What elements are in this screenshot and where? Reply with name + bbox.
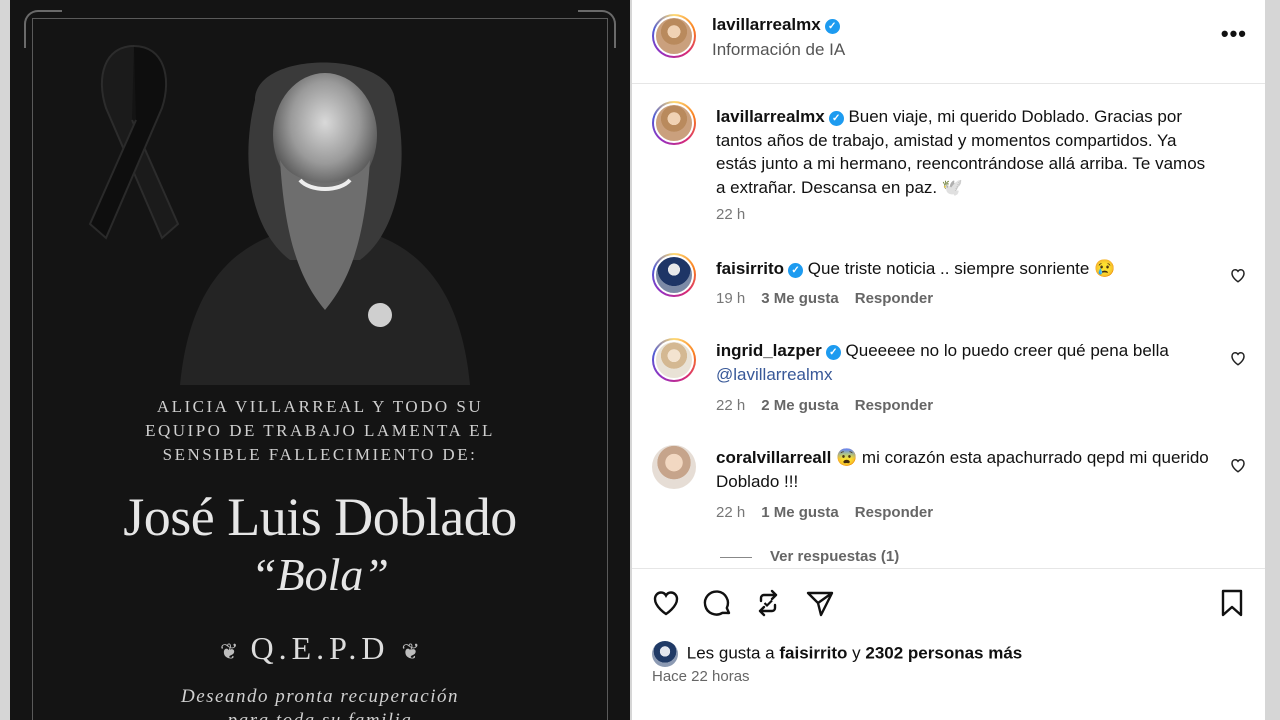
comment-username[interactable]: coralvillarreall [716, 448, 831, 467]
avatar[interactable] [652, 14, 696, 58]
caption-username[interactable]: lavillarrealmx [716, 107, 825, 126]
view-replies-button[interactable]: Ver respuestas (1) [720, 548, 899, 565]
laurel-icon: ❦ [401, 638, 420, 664]
comment-meta: 22 h 1 Me gusta Responder [716, 504, 933, 521]
more-options-icon[interactable]: ••• [1221, 23, 1247, 45]
comment-meta: 19 h 3 Me gusta Responder [716, 290, 933, 307]
likes-summary: Les gusta a faisirrito y 2302 personas m… [652, 641, 1022, 667]
verified-icon: ✓ [824, 19, 840, 34]
comment-meta: 22 h 2 Me gusta Responder [716, 397, 933, 414]
likes-connector: y [852, 643, 861, 663]
bookmark-icon[interactable] [1216, 587, 1248, 619]
like-comment-heart-icon[interactable] [1229, 456, 1247, 474]
verified-icon: ✓ [825, 345, 841, 360]
like-comment-heart-icon[interactable] [1229, 266, 1247, 284]
divider [720, 556, 752, 558]
deceased-nickname: “Bola” [250, 549, 390, 600]
reply-button[interactable]: Responder [855, 504, 933, 521]
page-backdrop [1265, 0, 1280, 720]
comment-icon[interactable] [702, 587, 734, 619]
share-icon[interactable] [804, 587, 836, 619]
header-username[interactable]: lavillarrealmx [712, 15, 821, 34]
comment-text-block: ingrid_lazper ✓ Queeeee no lo puedo creer… [716, 339, 1216, 386]
ai-info-link[interactable]: Información de IA [712, 40, 845, 60]
deceased-name: José Luis Doblado [123, 487, 517, 547]
verified-icon: ✓ [828, 111, 844, 126]
caption-time: 22 h [716, 206, 746, 223]
likes-prefix: Les gusta a [686, 643, 775, 663]
avatar[interactable] [652, 641, 678, 667]
avatar[interactable] [652, 101, 696, 145]
announcement-line: ALICIA VILLARREAL Y TODO SU [156, 397, 484, 416]
action-bar: Les gusta a faisirrito y 2302 personas m… [632, 568, 1265, 720]
post-time: Hace 22 horas [652, 668, 750, 685]
reply-button[interactable]: Responder [855, 397, 933, 414]
mention-link[interactable]: @lavillarrealmx [716, 365, 832, 384]
like-comment-heart-icon[interactable] [1229, 349, 1247, 367]
qepd-line: ❦ Q.E.P.D ❦ [10, 630, 630, 667]
comment-text-block: coralvillarreall 😨 mi corazón esta apach… [716, 446, 1216, 493]
verified-icon: ✓ [788, 263, 804, 278]
comment-time: 22 h [716, 397, 746, 414]
announcement-line: EQUIPO DE TRABAJO LAMENTA EL [145, 421, 495, 440]
comment-text: Que triste noticia .. siempre sonriente … [807, 259, 1116, 278]
wish-line: para toda su familia [10, 710, 630, 720]
comment-likes[interactable]: 2 Me gusta [761, 397, 839, 414]
post-side-panel: lavillarrealmx ✓ Información de IA ••• la… [632, 0, 1265, 720]
announcement-line: SENSIBLE FALLECIMIENTO DE: [162, 445, 478, 464]
likes-user[interactable]: faisirrito [779, 643, 847, 662]
repost-icon[interactable] [752, 587, 784, 619]
avatar[interactable] [652, 445, 696, 489]
post-image: ALICIA VILLARREAL Y TODO SU EQUIPO DE TR… [10, 0, 630, 720]
comment-username[interactable]: ingrid_lazper [716, 341, 822, 360]
caption-text-block: lavillarrealmx ✓ Buen viaje, mi querido D… [716, 105, 1216, 199]
header-username-row: lavillarrealmx ✓ [712, 15, 840, 35]
comment-time: 19 h [716, 290, 746, 307]
frame-ornament [24, 10, 62, 48]
comment-likes[interactable]: 3 Me gusta [761, 290, 839, 307]
heart-icon[interactable] [650, 587, 682, 619]
view-replies-label: Ver respuestas (1) [770, 548, 900, 565]
avatar[interactable] [652, 253, 696, 297]
comment-time: 22 h [716, 504, 746, 521]
laurel-icon: ❦ [220, 638, 239, 664]
likes-others[interactable]: 2302 personas más [865, 643, 1022, 662]
avatar[interactable] [652, 338, 696, 382]
portrait-photo [180, 62, 470, 385]
comment-likes[interactable]: 1 Me gusta [761, 504, 839, 521]
qepd-text: Q.E.P.D [250, 630, 390, 666]
comment-username[interactable]: faisirrito [716, 259, 784, 278]
reply-button[interactable]: Responder [855, 290, 933, 307]
comment-text: Queeeee no lo puedo creer qué pena bella [845, 341, 1169, 360]
wish-line: Deseando pronta recuperación [180, 686, 460, 707]
post-header: lavillarrealmx ✓ Información de IA ••• [632, 0, 1265, 84]
comment-text-block: faisirrito ✓ Que triste noticia .. siempr… [716, 257, 1216, 281]
frame-ornament [578, 10, 616, 48]
